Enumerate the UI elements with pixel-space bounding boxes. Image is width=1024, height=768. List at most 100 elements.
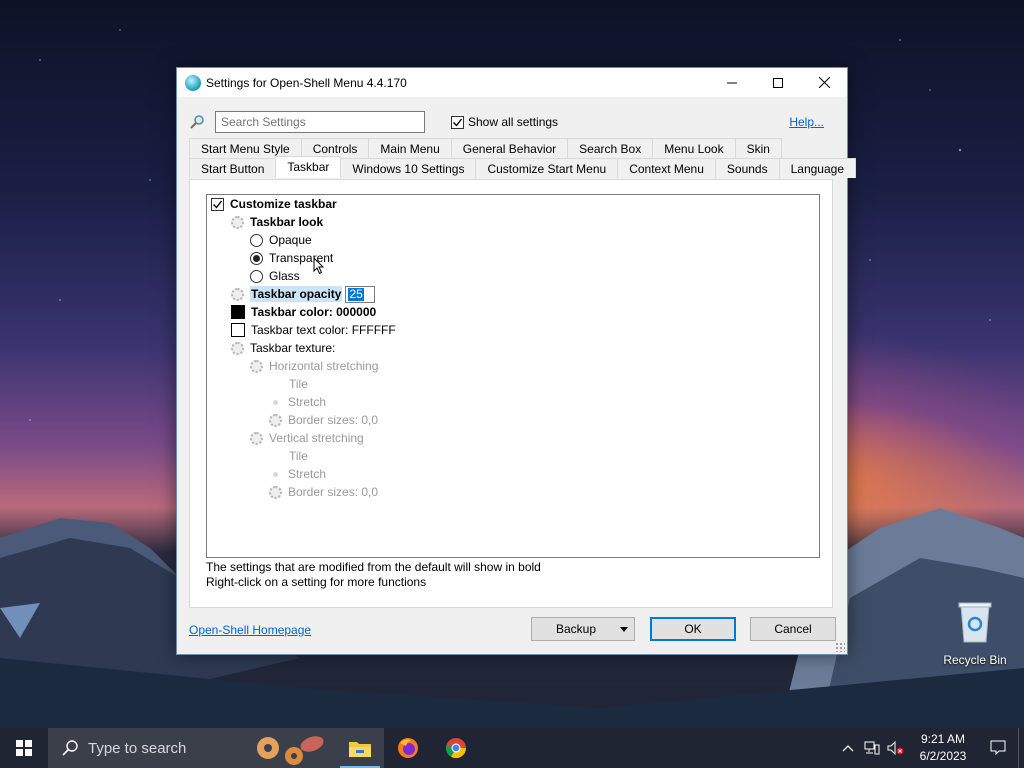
opaque-radio[interactable] [250,233,263,247]
maximize-button[interactable] [755,68,801,97]
taskbar-chrome[interactable] [432,728,480,768]
tree-item-h-tile[interactable]: Tile [289,375,308,393]
backup-button[interactable]: Backup [531,617,635,641]
show-all-settings-checkbox[interactable]: Show all settings [447,115,558,129]
tab-sounds[interactable]: Sounds [714,158,780,178]
tab-start-menu-style[interactable]: Start Menu Style [189,138,302,158]
checkbox-box[interactable] [451,115,464,129]
tab-row-2: Start Button Taskbar Windows 10 Settings Cu… [189,156,856,178]
window-title: Settings for Open-Shell Menu 4.4.170 [206,75,407,90]
show-desktop-button[interactable] [1018,728,1024,768]
notification-icon [990,740,1006,756]
radio-dot-icon [273,471,278,477]
v-border-label: Border sizes: 0,0 [288,485,379,499]
tab-search-box[interactable]: Search Box [567,138,654,158]
tree-item-v-stretch[interactable]: Stretch [269,465,326,483]
tab-skin[interactable]: Skin [734,138,782,158]
transparent-radio[interactable] [250,251,263,265]
taskbar-search-box[interactable]: Type to search [48,728,336,768]
open-shell-homepage-link[interactable]: Open-Shell Homepage [189,623,311,637]
recycle-bin-label: Recycle Bin [943,653,1007,667]
settings-gear-icon [231,341,244,355]
hint-bold-settings: The settings that are modified from the … [206,560,541,574]
clock-time: 9:21 AM [920,732,966,746]
horizontal-stretching-label: Horizontal stretching [269,359,379,373]
ok-label: OK [684,622,702,636]
hint-right-click: Right-click on a setting for more functi… [206,575,427,589]
tree-item-taskbar-texture[interactable]: Taskbar texture: [231,339,335,357]
tree-item-taskbar-text-color[interactable]: Taskbar text color: FFFFFF [231,321,396,339]
start-button[interactable] [0,728,48,768]
tree-item-taskbar-color[interactable]: Taskbar color: 000000 [231,303,376,321]
settings-window: Settings for Open-Shell Menu 4.4.170 Sho… [176,67,856,655]
tab-main-menu[interactable]: Main Menu [368,138,452,158]
tab-customize-start-menu[interactable]: Customize Start Menu [475,158,619,178]
tab-context-menu[interactable]: Context Menu [617,158,716,178]
tree-item-taskbar-look[interactable]: Taskbar look [231,213,323,231]
text-color-swatch [231,323,245,337]
h-border-label: Border sizes: 0,0 [288,413,379,427]
taskbar-texture-label: Taskbar texture: [250,341,336,355]
tab-windows-10-settings[interactable]: Windows 10 Settings [340,158,477,178]
show-all-settings-label: Show all settings [468,115,559,129]
cancel-button[interactable]: Cancel [750,617,836,641]
taskbar-firefox[interactable] [384,728,432,768]
firefox-icon [398,738,418,758]
v-stretch-label: Stretch [288,467,327,481]
recycle-bin-desktop-icon[interactable]: Recycle Bin [936,600,1014,667]
tree-item-vertical-stretching[interactable]: Vertical stretching [250,429,364,447]
taskbar: Type to search 9:21 AM 6/2/2023 [0,728,1024,768]
open-shell-icon [185,74,201,91]
taskbar-file-explorer[interactable] [336,728,384,768]
tab-controls[interactable]: Controls [300,138,370,158]
backup-label: Backup [555,622,597,636]
tree-item-taskbar-opacity[interactable]: Taskbar opacity 25 [231,285,376,303]
tab-taskbar[interactable]: Taskbar [275,156,342,178]
cancel-label: Cancel [774,622,812,636]
search-icon [190,115,204,129]
title-bar[interactable]: Settings for Open-Shell Menu 4.4.170 [177,68,847,97]
taskbar-tab-panel: Customize taskbar Taskbar look Opaque Tr… [189,179,833,608]
search-icon [62,740,78,756]
volume-tray-button[interactable] [884,728,908,768]
taskbar-clock[interactable]: 9:21 AM 6/2/2023 [908,731,978,765]
tree-item-v-border[interactable]: Border sizes: 0,0 [269,483,378,501]
h-tile-label: Tile [289,377,308,391]
tree-item-h-border[interactable]: Border sizes: 0,0 [269,411,378,429]
color-swatch [231,305,245,319]
volume-muted-icon [887,741,904,755]
v-tile-label: Tile [289,449,308,463]
minimize-button[interactable] [709,68,755,97]
tree-item-horizontal-stretching[interactable]: Horizontal stretching [250,357,378,375]
tab-language[interactable]: Language [778,158,856,178]
tree-item-h-stretch[interactable]: Stretch [269,393,326,411]
search-settings-input[interactable] [215,111,425,133]
network-icon [864,741,880,755]
network-tray-button[interactable] [860,728,884,768]
tree-item-v-tile[interactable]: Tile [289,447,308,465]
tab-general-behavior[interactable]: General Behavior [450,138,569,158]
tab-start-button[interactable]: Start Button [189,158,277,178]
help-link[interactable]: Help... [789,115,824,129]
opacity-value-input[interactable]: 25 [345,285,376,303]
ok-button[interactable]: OK [650,617,736,641]
tree-item-glass[interactable]: Glass [250,267,300,285]
chevron-up-icon [842,745,854,752]
opaque-label: Opaque [269,233,312,247]
settings-tree[interactable]: Customize taskbar Taskbar look Opaque Tr… [206,194,820,558]
resize-grip-icon[interactable] [835,642,845,652]
tree-item-customize-taskbar[interactable]: Customize taskbar [211,195,337,213]
opacity-value: 25 [348,286,364,301]
tree-item-opaque[interactable]: Opaque [250,231,312,249]
action-center-button[interactable] [978,740,1018,756]
customize-taskbar-label: Customize taskbar [230,197,337,211]
close-button[interactable] [801,68,847,97]
tab-menu-look[interactable]: Menu Look [652,138,736,158]
show-hidden-icons-button[interactable] [836,728,860,768]
windows-logo-icon [16,740,32,756]
chrome-icon [445,738,467,759]
customize-taskbar-checkbox[interactable] [211,197,224,211]
settings-gear-icon [269,413,282,427]
settings-gear-icon [269,485,282,499]
glass-radio[interactable] [250,269,263,283]
